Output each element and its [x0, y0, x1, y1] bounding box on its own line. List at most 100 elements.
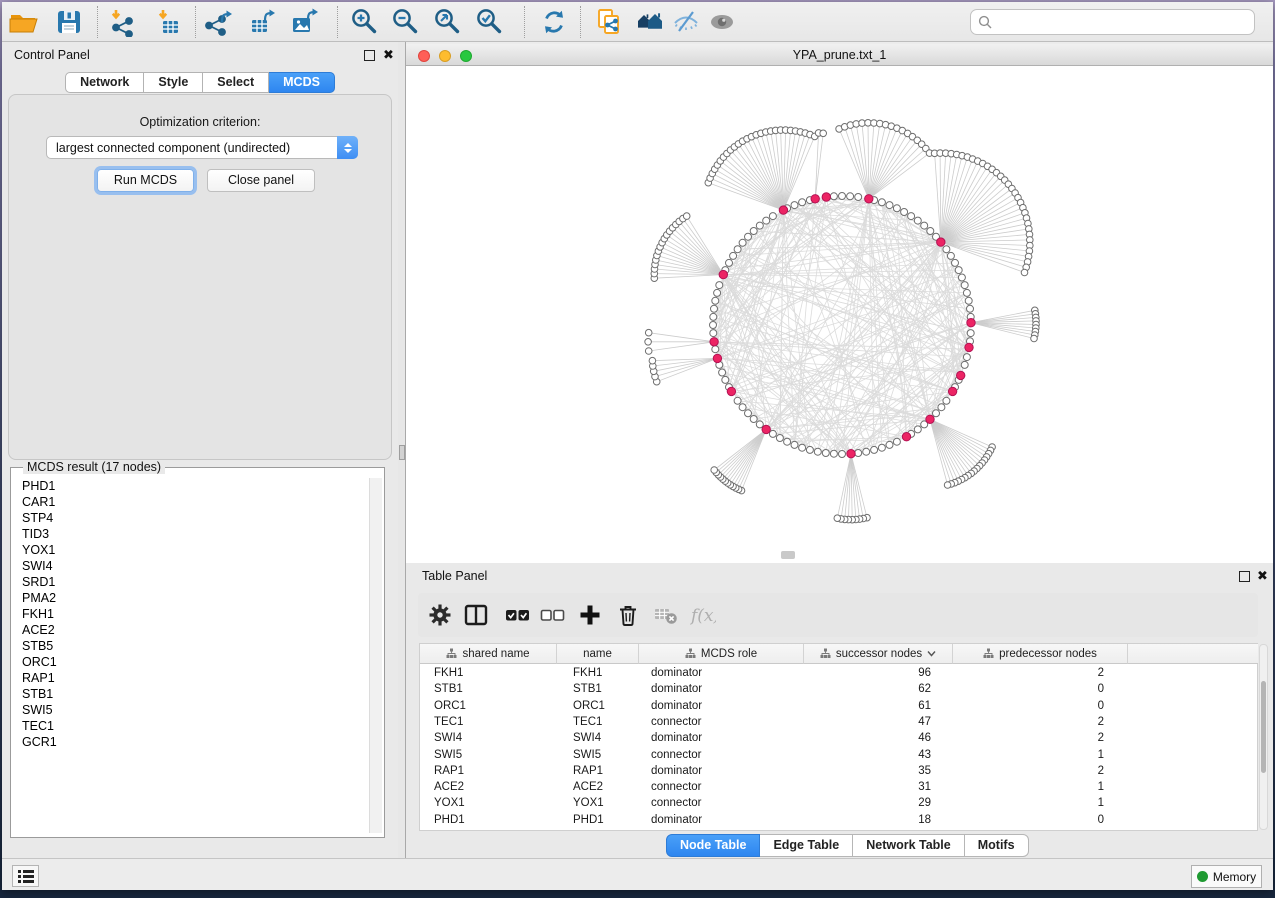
zoom-out-icon[interactable] [391, 7, 421, 37]
search-input[interactable] [997, 15, 1237, 29]
table-scrollbar[interactable] [1259, 644, 1268, 830]
tab-node-table[interactable]: Node Table [666, 834, 760, 857]
table-settings-icon[interactable] [427, 602, 453, 628]
new-network-from-selection-icon[interactable] [594, 7, 624, 37]
table-row-ORC1[interactable]: ORC1ORC1dominator610 [420, 698, 1259, 714]
toolbar-separator [195, 6, 196, 38]
panel-splitter[interactable] [398, 42, 406, 860]
export-network-icon[interactable] [205, 7, 235, 37]
add-column-icon[interactable] [577, 602, 603, 628]
table-panel-title: Table Panel [422, 569, 487, 583]
mcds-result-item[interactable]: GCR1 [13, 734, 365, 750]
mcds-options-box: Optimization criterion: largest connecte… [8, 94, 392, 460]
toolbar-separator [337, 6, 338, 38]
column-header-MCDS-role[interactable]: MCDS role [639, 644, 804, 664]
search-icon [978, 15, 992, 29]
memory-button[interactable]: Memory [1191, 865, 1262, 888]
mcds-result-item[interactable]: PMA2 [13, 590, 365, 606]
mcds-result-title: MCDS result (17 nodes) [23, 460, 165, 474]
mcds-list-scrollbar[interactable] [369, 478, 382, 833]
deselect-all-icon[interactable] [540, 602, 566, 628]
network-hscroll-thumb[interactable] [781, 551, 795, 559]
optimization-criterion-select[interactable]: largest connected component (undirected) [46, 136, 358, 159]
tab-motifs[interactable]: Motifs [965, 834, 1029, 857]
mcds-result-item[interactable]: STP4 [13, 510, 365, 526]
mcds-result-item[interactable]: YOX1 [13, 542, 365, 558]
table-row-ACE2[interactable]: ACE2ACE2connector311 [420, 779, 1259, 795]
delete-column-icon[interactable] [615, 602, 641, 628]
toolbar-separator [524, 6, 525, 38]
status-bar: Memory [2, 858, 1273, 890]
export-image-icon[interactable] [290, 7, 320, 37]
search-field[interactable] [970, 9, 1255, 35]
import-network-icon[interactable] [108, 7, 138, 37]
splitter-handle[interactable] [399, 445, 405, 460]
show-all-icon[interactable] [707, 7, 737, 37]
column-layout-icon[interactable] [463, 602, 489, 628]
import-table-icon[interactable] [155, 7, 185, 37]
column-header-name[interactable]: name [557, 644, 639, 664]
network-view-canvas[interactable] [406, 66, 1273, 563]
mcds-result-item[interactable]: STB5 [13, 638, 365, 654]
float-panel-icon[interactable] [364, 50, 375, 61]
network-window-titlebar[interactable]: YPA_prune.txt_1 [406, 44, 1273, 66]
application-window: Control Panel ✖ NetworkStyleSelectMCDS O… [2, 2, 1273, 890]
close-panel-button[interactable]: Close panel [207, 169, 315, 192]
network-graph[interactable] [406, 66, 1273, 563]
function-builder-icon: f(x) [690, 602, 716, 628]
refresh-icon[interactable] [539, 7, 569, 37]
mcds-result-item[interactable]: STB1 [13, 686, 365, 702]
mcds-result-item[interactable]: PHD1 [13, 478, 365, 494]
first-neighbors-icon[interactable] [635, 7, 665, 37]
run-mcds-button[interactable]: Run MCDS [97, 169, 194, 192]
export-table-icon[interactable] [248, 7, 278, 37]
table-row-YOX1[interactable]: YOX1YOX1connector291 [420, 795, 1259, 811]
mcds-result-item[interactable]: SWI5 [13, 702, 365, 718]
task-history-button[interactable] [12, 865, 39, 887]
mcds-result-item[interactable]: TEC1 [13, 718, 365, 734]
column-header-successor-nodes[interactable]: successor nodes [804, 644, 953, 664]
mcds-result-item[interactable]: SWI4 [13, 558, 365, 574]
zoom-in-icon[interactable] [350, 7, 380, 37]
control-panel-title: Control Panel [14, 48, 90, 62]
tab-edge-table[interactable]: Edge Table [760, 834, 853, 857]
zoom-selected-icon[interactable] [475, 7, 505, 37]
column-header-shared-name[interactable]: shared name [420, 644, 557, 664]
tab-style[interactable]: Style [144, 72, 203, 93]
close-panel-icon[interactable]: ✖ [383, 47, 394, 63]
network-window-title: YPA_prune.txt_1 [406, 48, 1273, 62]
control-panel-tabs: NetworkStyleSelectMCDS [2, 72, 398, 94]
table-row-RAP1[interactable]: RAP1RAP1dominator352 [420, 763, 1259, 779]
tab-network[interactable]: Network [65, 72, 144, 93]
mcds-result-item[interactable]: TID3 [13, 526, 365, 542]
mcds-result-item[interactable]: SRD1 [13, 574, 365, 590]
memory-label: Memory [1213, 870, 1256, 884]
tab-network-table[interactable]: Network Table [853, 834, 965, 857]
mcds-result-item[interactable]: CAR1 [13, 494, 365, 510]
table-scrollbar-thumb[interactable] [1261, 681, 1266, 773]
table-row-SWI5[interactable]: SWI5SWI5connector431 [420, 747, 1259, 763]
open-file-icon[interactable] [8, 7, 38, 37]
table-row-STB1[interactable]: STB1STB1dominator620 [420, 681, 1259, 697]
table-row-PHD1[interactable]: PHD1PHD1dominator180 [420, 812, 1259, 828]
tab-select[interactable]: Select [203, 72, 269, 93]
mcds-result-item[interactable]: FKH1 [13, 606, 365, 622]
hide-selected-icon[interactable] [671, 7, 701, 37]
select-all-icon[interactable] [505, 602, 531, 628]
optimization-criterion-label: Optimization criterion: [9, 115, 391, 129]
table-row-FKH1[interactable]: FKH1FKH1dominator962 [420, 665, 1259, 681]
mcds-result-item[interactable]: ORC1 [13, 654, 365, 670]
table-row-SWI4[interactable]: SWI4SWI4dominator462 [420, 730, 1259, 746]
network-area: YPA_prune.txt_1 Table Panel ✖ f(x) share… [406, 42, 1273, 860]
float-table-panel-icon[interactable] [1239, 571, 1250, 582]
mcds-result-item[interactable]: ACE2 [13, 622, 365, 638]
node-table: shared namenameMCDS rolesuccessor nodesp… [419, 643, 1258, 831]
tab-mcds[interactable]: MCDS [269, 72, 335, 93]
svg-text:f(x): f(x) [690, 606, 716, 626]
table-row-TEC1[interactable]: TEC1TEC1connector472 [420, 714, 1259, 730]
zoom-fit-icon[interactable] [433, 7, 463, 37]
mcds-result-item[interactable]: RAP1 [13, 670, 365, 686]
column-header-predecessor-nodes[interactable]: predecessor nodes [953, 644, 1128, 664]
save-session-icon[interactable] [54, 7, 84, 37]
close-table-panel-icon[interactable]: ✖ [1257, 568, 1268, 584]
